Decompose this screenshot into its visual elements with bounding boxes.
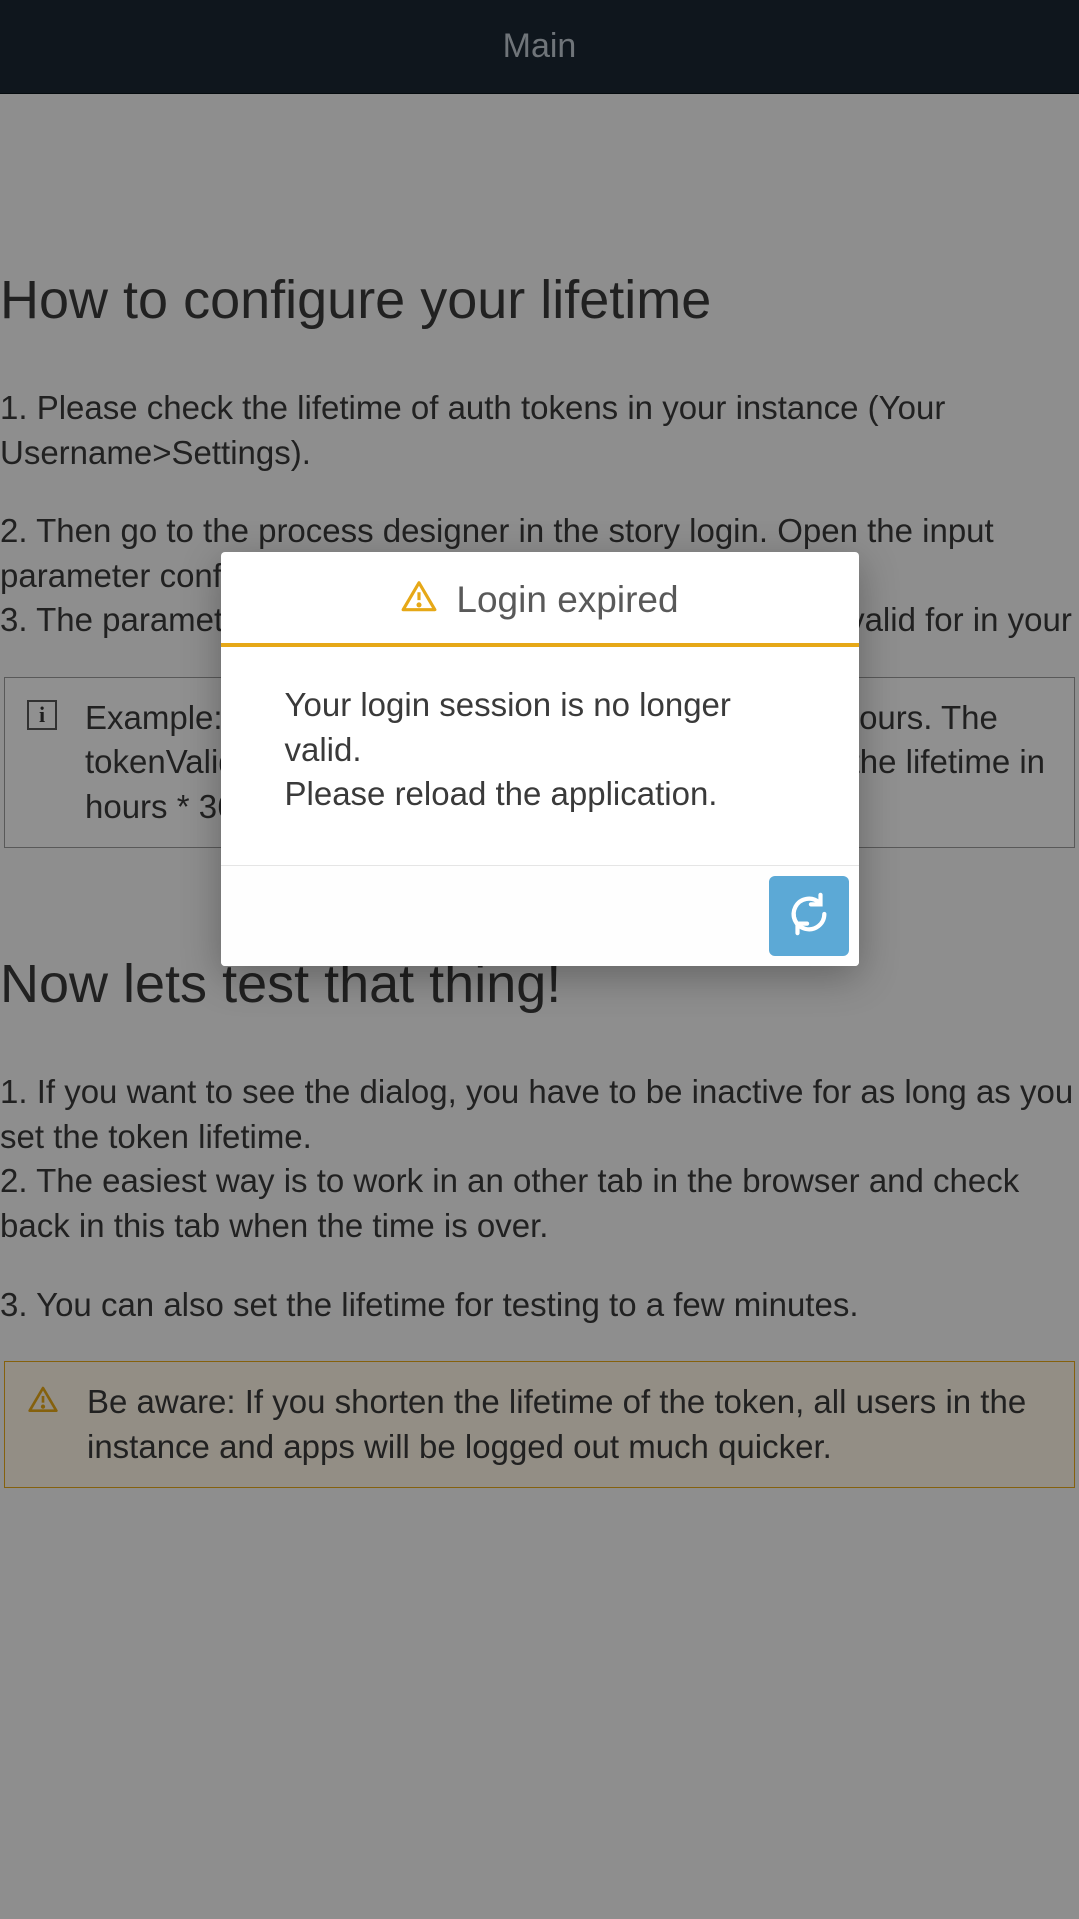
modal-overlay: Login expired Your login session is no l… [0,0,1079,1919]
dialog-header: Login expired [221,552,859,647]
dialog-footer [221,865,859,966]
dialog-body-line1: Your login session is no longer valid. [285,683,795,772]
dialog-body-line2: Please reload the application. [285,772,795,817]
refresh-icon [786,891,832,940]
reload-button[interactable] [769,876,849,956]
warning-icon [400,578,438,621]
dialog-title: Login expired [456,579,678,621]
login-expired-dialog: Login expired Your login session is no l… [221,552,859,966]
dialog-body: Your login session is no longer valid. P… [221,647,859,865]
